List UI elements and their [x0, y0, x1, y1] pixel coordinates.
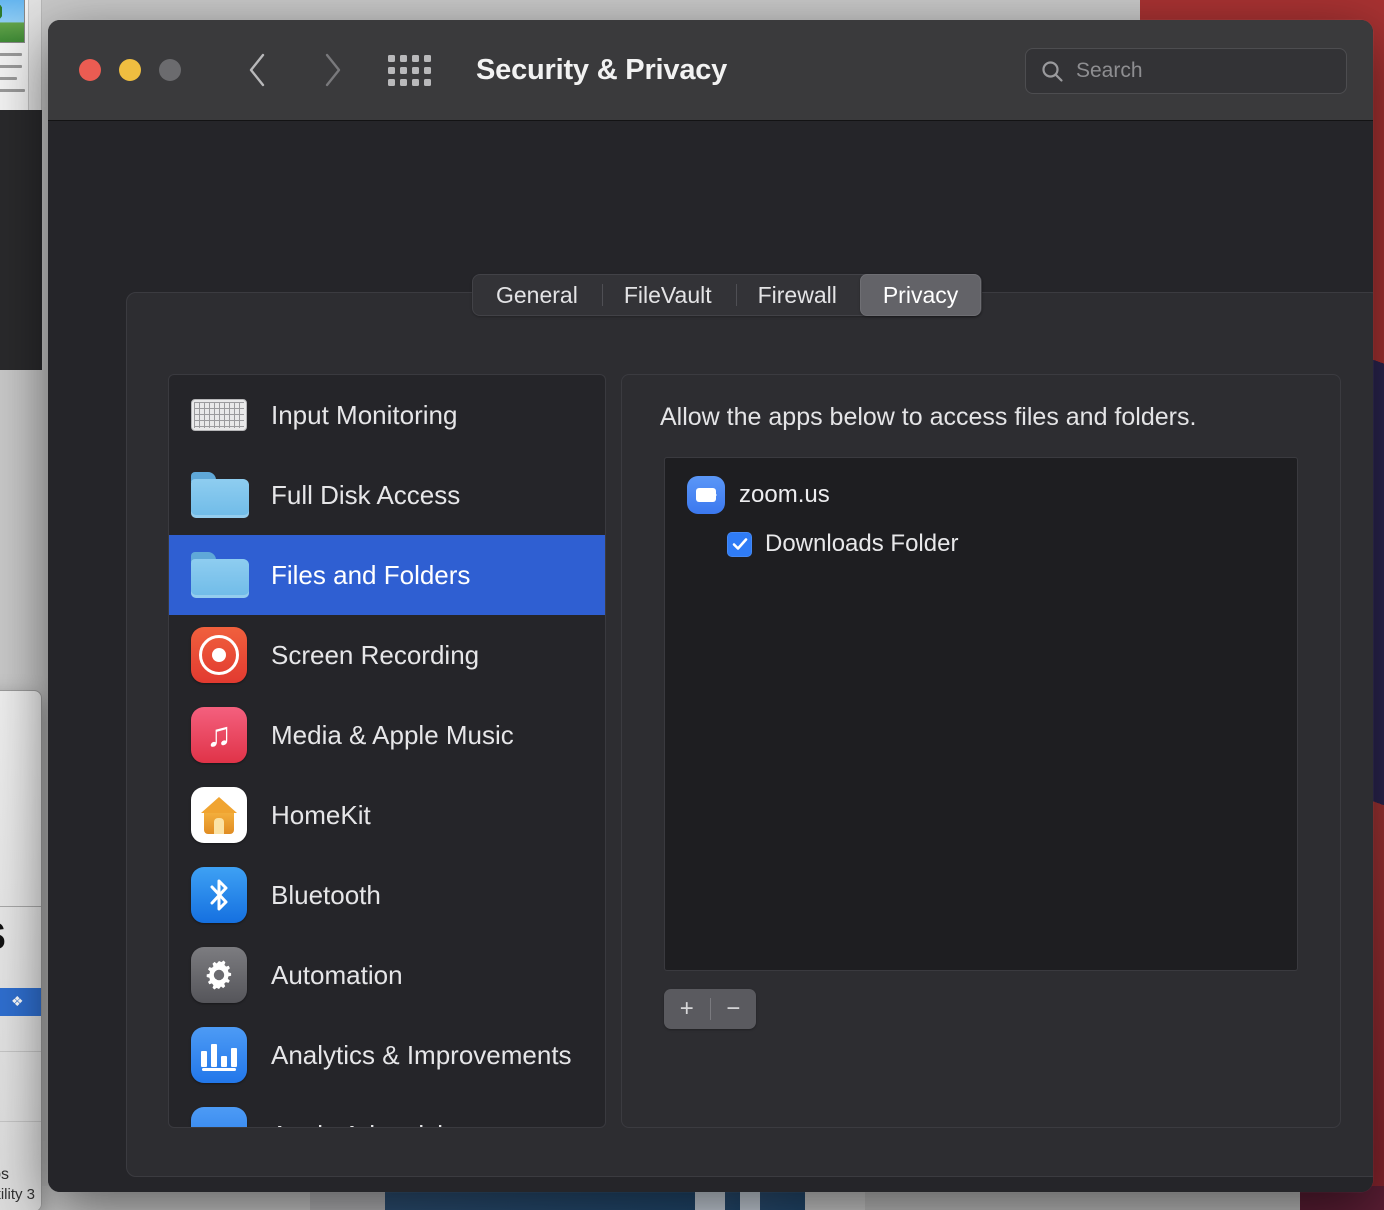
- sidebar-item-apple-advertising[interactable]: Apple Advertising: [169, 1095, 605, 1128]
- traffic-light-group: [79, 59, 181, 81]
- allowed-apps-list[interactable]: zoom.us Downloads Folder: [664, 457, 1298, 971]
- permission-label: Downloads Folder: [765, 530, 959, 557]
- window-titlebar: Security & Privacy: [48, 20, 1373, 121]
- sidebar-item-files-and-folders[interactable]: Files and Folders: [169, 535, 605, 615]
- keyboard-icon: [191, 387, 247, 443]
- sidebar-item-label: Analytics & Improvements: [271, 1039, 572, 1070]
- permission-checkbox[interactable]: [727, 531, 752, 557]
- zoom-button[interactable]: [159, 59, 181, 81]
- search-input[interactable]: [1074, 58, 1349, 84]
- gear-icon: [191, 947, 247, 1003]
- tab-label: Privacy: [882, 281, 959, 308]
- sidebar-item-homekit[interactable]: HomeKit: [169, 775, 605, 855]
- background-row-label: e apps: [0, 1166, 10, 1183]
- bar-chart-icon: [191, 1027, 247, 1083]
- sidebar-item-label: Media & Apple Music: [271, 719, 514, 750]
- sidebar-item-label: Input Monitoring: [271, 399, 458, 430]
- tab-label: General: [496, 281, 578, 308]
- page-title: Security & Privacy: [476, 53, 728, 86]
- app-name-label: zoom.us: [739, 481, 830, 508]
- background-preferences-window[interactable]: OS ◉ ❖ Firew e apps: [0, 690, 42, 1210]
- doc-text-line: [0, 65, 22, 68]
- doc-text-line: [0, 53, 22, 56]
- sidebar-item-label: Full Disk Access: [271, 479, 461, 510]
- search-field[interactable]: [1025, 48, 1349, 94]
- folder-icon: [191, 547, 249, 603]
- permissions-heading: Allow the apps below to access files and…: [660, 403, 1197, 431]
- divider: [0, 906, 41, 907]
- doc-text-line: [0, 89, 25, 92]
- tab-label: FileVault: [623, 281, 712, 308]
- minimize-button[interactable]: [119, 59, 141, 81]
- sidebar-item-label: HomeKit: [271, 799, 371, 830]
- window-body: General FileVault Firewall Privacy Input…: [48, 121, 1373, 1192]
- bluetooth-icon: [191, 867, 247, 923]
- doc-text-line: [0, 77, 17, 80]
- background-dark-panel: [0, 110, 42, 370]
- list-item[interactable]: zoom.us Downloads Folder: [665, 458, 1297, 558]
- security-privacy-window: Security & Privacy General FileVault Fir…: [48, 20, 1373, 1192]
- show-all-icon[interactable]: [388, 54, 431, 86]
- preference-tabs: General FileVault Firewall Privacy: [472, 274, 983, 316]
- background-taskbar-label: OS Utility 3: [0, 1186, 36, 1203]
- background-selected-row[interactable]: ◉ ❖: [0, 988, 41, 1016]
- sidebar-item-label: Apple Advertising: [271, 1120, 472, 1128]
- advertising-icon: [191, 1107, 247, 1127]
- tab-label: Firewall: [757, 281, 837, 308]
- sidebar-item-bluetooth[interactable]: Bluetooth: [169, 855, 605, 935]
- back-chevron-icon[interactable]: [238, 50, 278, 90]
- add-app-button[interactable]: +: [664, 997, 710, 1021]
- tab-firewall[interactable]: Firewall: [735, 274, 860, 316]
- remove-app-button[interactable]: −: [711, 997, 757, 1021]
- document-thumbnail-image: [0, 0, 25, 43]
- sidebar-item-full-disk-access[interactable]: Full Disk Access: [169, 455, 605, 535]
- zoom-app-icon: [687, 476, 725, 514]
- close-button[interactable]: [79, 59, 101, 81]
- music-note-icon: ♫: [191, 707, 247, 763]
- sidebar-item-analytics-improvements[interactable]: Analytics & Improvements: [169, 1015, 605, 1095]
- background-heading: OS: [0, 916, 6, 959]
- dropbox-icon: ❖: [11, 993, 24, 1009]
- add-remove-button-group[interactable]: + −: [664, 989, 756, 1029]
- permission-row[interactable]: Downloads Folder: [727, 530, 1297, 558]
- tab-general[interactable]: General: [473, 274, 601, 316]
- sidebar-item-label: Automation: [271, 959, 403, 990]
- divider: [0, 1121, 41, 1122]
- tab-privacy[interactable]: Privacy: [859, 274, 982, 316]
- privacy-category-list[interactable]: Input Monitoring Full Disk Access Files …: [168, 374, 606, 1128]
- tab-filevault[interactable]: FileVault: [601, 274, 735, 316]
- sidebar-item-label: Files and Folders: [271, 559, 471, 590]
- divider: [0, 1051, 41, 1052]
- sidebar-item-input-monitoring[interactable]: Input Monitoring: [169, 375, 605, 455]
- sidebar-item-media-apple-music[interactable]: ♫ Media & Apple Music: [169, 695, 605, 775]
- folder-icon: [191, 467, 249, 523]
- house-icon: [191, 787, 247, 843]
- sidebar-item-label: Screen Recording: [271, 639, 480, 670]
- record-icon: [191, 627, 247, 683]
- sidebar-item-label: Bluetooth: [271, 879, 381, 910]
- app-header-row[interactable]: zoom.us: [687, 476, 1297, 514]
- search-icon: [1040, 59, 1064, 83]
- sidebar-item-screen-recording[interactable]: Screen Recording: [169, 615, 605, 695]
- permissions-detail-panel: Allow the apps below to access files and…: [621, 374, 1341, 1128]
- forward-chevron-icon[interactable]: [312, 50, 352, 90]
- sidebar-item-automation[interactable]: Automation: [169, 935, 605, 1015]
